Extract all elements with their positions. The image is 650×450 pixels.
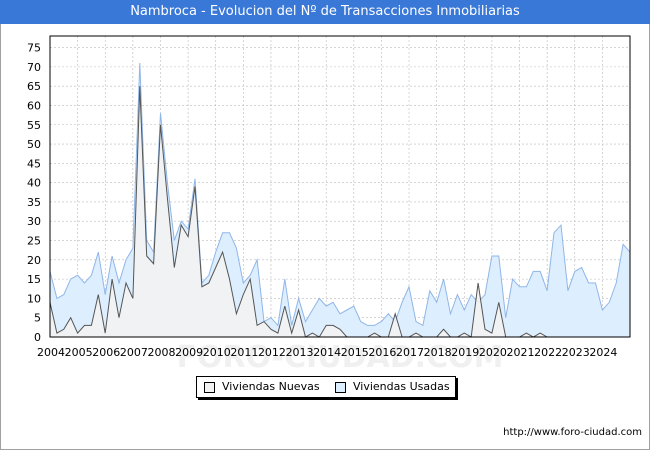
x-tick-label: 2015 bbox=[341, 346, 369, 359]
y-tick-label: 45 bbox=[27, 157, 41, 170]
legend-item-usadas: Viviendas Usadas bbox=[329, 377, 455, 397]
x-tick-label: 2011 bbox=[230, 346, 258, 359]
y-tick-label: 5 bbox=[34, 312, 41, 325]
x-tick-label: 2018 bbox=[424, 346, 452, 359]
y-tick-label: 25 bbox=[27, 235, 41, 248]
y-tick-label: 10 bbox=[27, 292, 41, 305]
legend-swatch-nuevas bbox=[204, 382, 215, 393]
x-tick-label: 2020 bbox=[479, 346, 507, 359]
legend-item-nuevas: Viviendas Nuevas bbox=[197, 377, 325, 397]
y-tick-label: 75 bbox=[27, 42, 41, 55]
y-tick-label: 20 bbox=[27, 254, 41, 267]
y-tick-label: 65 bbox=[27, 80, 41, 93]
y-tick-label: 15 bbox=[27, 273, 41, 286]
y-tick-label: 30 bbox=[27, 215, 41, 228]
legend-swatch-usadas bbox=[335, 382, 346, 393]
x-tick-label: 2022 bbox=[534, 346, 562, 359]
y-tick-label: 35 bbox=[27, 196, 41, 209]
x-tick-label: 2021 bbox=[507, 346, 535, 359]
legend-label-nuevas: Viviendas Nuevas bbox=[222, 380, 320, 393]
x-tick-label: 2017 bbox=[396, 346, 424, 359]
x-tick-label: 2023 bbox=[562, 346, 590, 359]
x-tick-label: 2024 bbox=[589, 346, 617, 359]
source-url: http://www.foro-ciudad.com bbox=[503, 427, 642, 438]
x-tick-label: 2014 bbox=[313, 346, 341, 359]
x-tick-label: 2008 bbox=[147, 346, 175, 359]
y-tick-label: 50 bbox=[27, 138, 41, 151]
y-tick-label: 0 bbox=[34, 331, 41, 344]
x-tick-label: 2012 bbox=[258, 346, 286, 359]
x-tick-label: 2005 bbox=[65, 346, 93, 359]
legend: Viviendas Nuevas Viviendas Usadas bbox=[196, 376, 456, 398]
x-tick-label: 2019 bbox=[451, 346, 479, 359]
x-tick-label: 2009 bbox=[175, 346, 203, 359]
x-tick-label: 2007 bbox=[120, 346, 148, 359]
x-tick-label: 2016 bbox=[368, 346, 396, 359]
legend-label-usadas: Viviendas Usadas bbox=[353, 380, 450, 393]
x-tick-label: 2010 bbox=[203, 346, 231, 359]
x-tick-label: 2004 bbox=[37, 346, 65, 359]
y-tick-label: 60 bbox=[27, 99, 41, 112]
x-tick-label: 2013 bbox=[286, 346, 314, 359]
y-tick-label: 70 bbox=[27, 61, 41, 74]
y-tick-label: 55 bbox=[27, 119, 41, 132]
x-tick-label: 2006 bbox=[92, 346, 120, 359]
y-tick-label: 40 bbox=[27, 177, 41, 190]
